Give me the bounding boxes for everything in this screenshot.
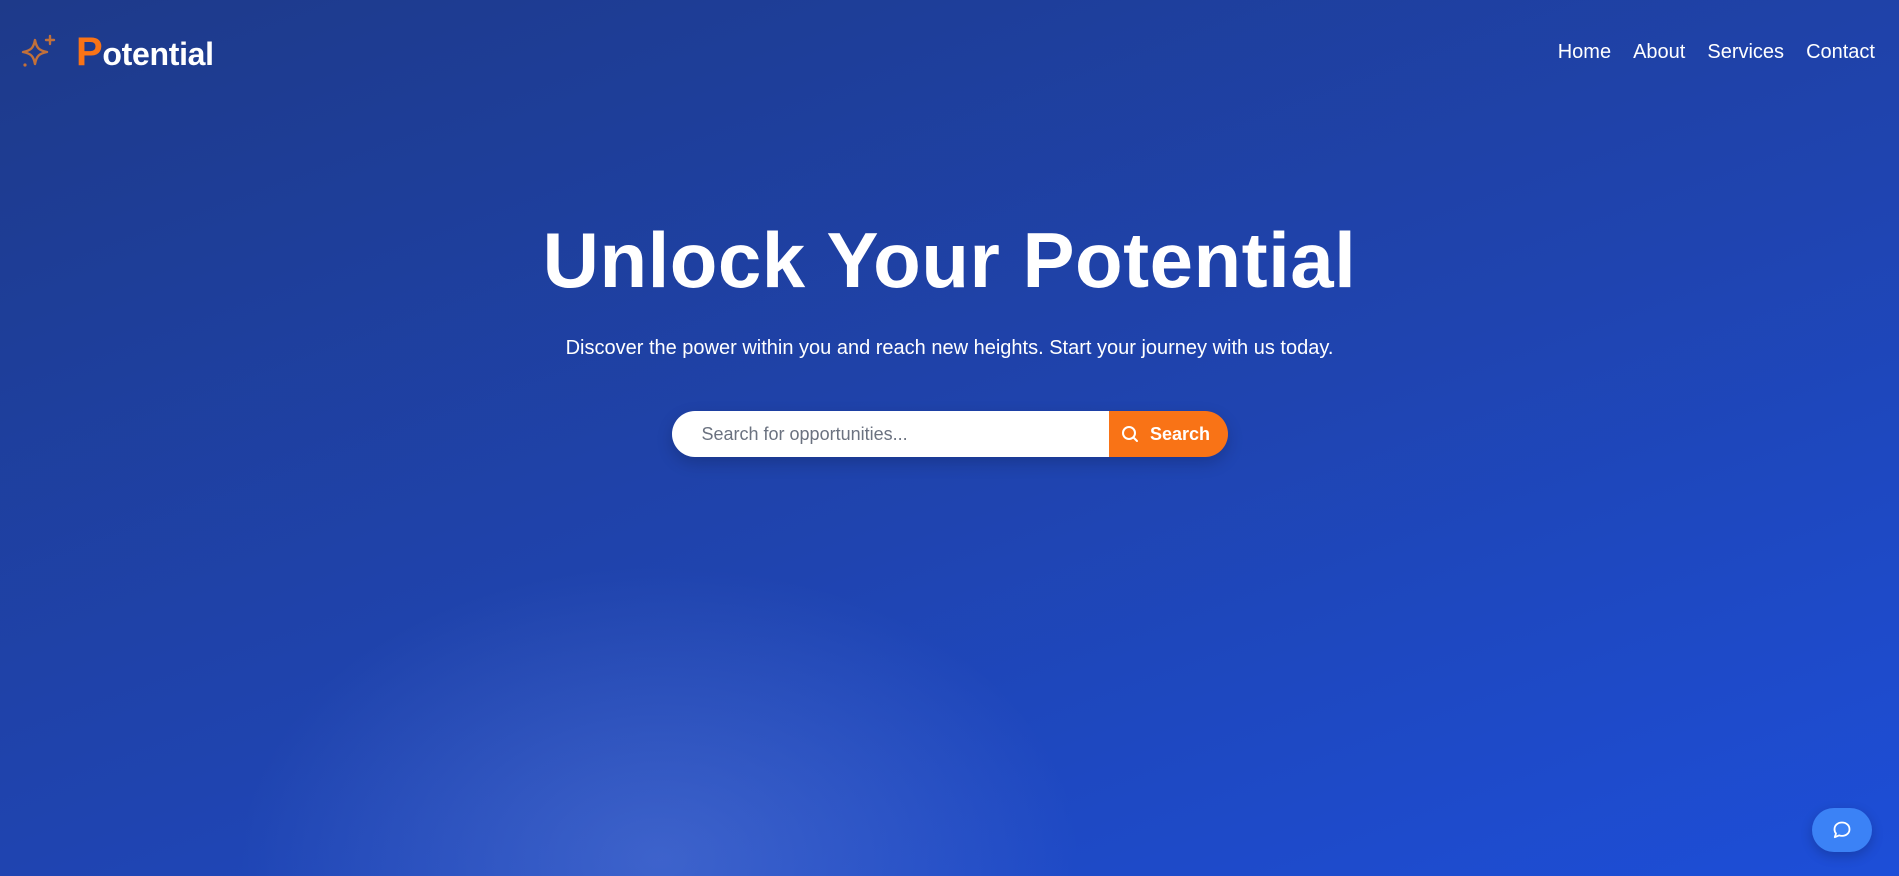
nav-link-about[interactable]: About — [1633, 41, 1685, 64]
nav-link-home[interactable]: Home — [1558, 41, 1611, 64]
hero-title: Unlock Your Potential — [542, 216, 1357, 304]
brand-initial: P — [76, 29, 103, 74]
top-navbar: Potential Home About Services Contact — [0, 0, 1899, 104]
search-input[interactable] — [671, 411, 1109, 457]
hero-subtitle: Discover the power within you and reach … — [565, 337, 1334, 359]
brand-logo-link[interactable]: Potential — [18, 30, 214, 75]
nav-link-contact[interactable]: Contact — [1806, 41, 1875, 64]
search-bar: Search — [671, 411, 1228, 457]
nav-link-services[interactable]: Services — [1707, 41, 1784, 64]
chat-bubble-icon — [1833, 821, 1851, 839]
search-icon — [1121, 426, 1138, 442]
hero-section: Unlock Your Potential Discover the power… — [0, 215, 1899, 457]
sparkle-icon — [21, 34, 56, 67]
search-button-label: Search — [1149, 423, 1211, 444]
chat-button[interactable] — [1812, 808, 1872, 852]
main-nav: Home About Services Contact — [1558, 41, 1875, 64]
brand-rest: otential — [102, 35, 214, 72]
search-button[interactable]: Search — [1108, 411, 1228, 457]
brand-name: Potential — [76, 30, 214, 75]
